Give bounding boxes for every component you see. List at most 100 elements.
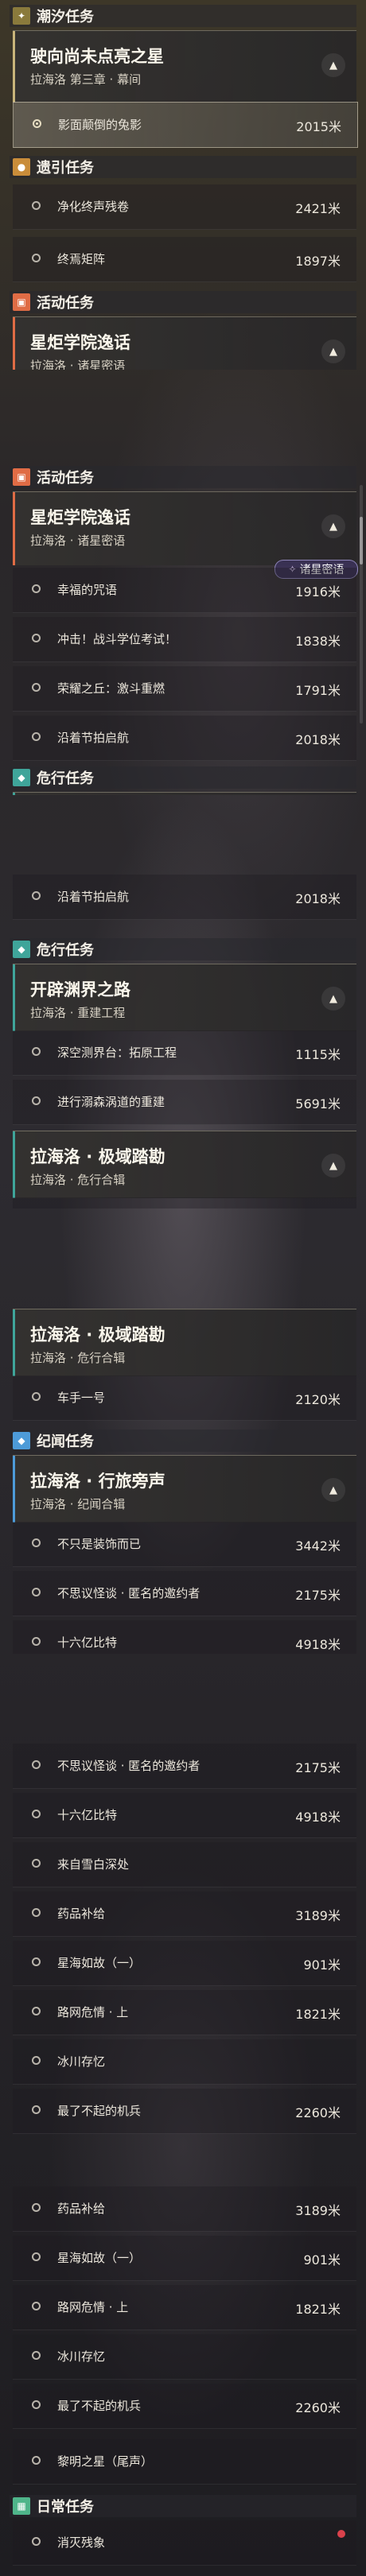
task-row[interactable]: 不思议怪谈 · 匿名的邀约者 2175米 xyxy=(13,1571,356,1616)
category-label: 纪闻任务 xyxy=(37,1433,94,1450)
scrollbar-thumb[interactable] xyxy=(360,517,363,564)
task-row[interactable]: 不思议怪谈 · 匿名的邀约者 2175米 xyxy=(13,1744,356,1789)
task-row[interactable]: 路网危情 · 上 1821米 xyxy=(13,1990,356,2035)
chevron-up-icon[interactable]: ▲ xyxy=(321,1154,345,1177)
task-row[interactable]: 药品补给 3189米 xyxy=(13,2186,356,2232)
task-row[interactable]: 星海如故（一） 901米 xyxy=(13,2236,356,2281)
chevron-up-icon[interactable]: ▲ xyxy=(321,53,345,77)
task-row[interactable]: 冰川存忆 xyxy=(13,2039,356,2085)
category-label: 危行任务 xyxy=(37,942,94,959)
task-row[interactable]: 消灭残象 xyxy=(13,2520,356,2566)
task-row[interactable]: 十六亿比特 4918米 xyxy=(13,1793,356,1838)
task-distance: 901米 xyxy=(303,1957,341,1973)
mission-card[interactable]: 开辟渊界之路 拉海洛 · 重建工程 ▲ xyxy=(13,964,356,1031)
category-tide[interactable]: ✦ 潮汐任务 xyxy=(10,5,356,27)
category-companion[interactable]: ● 遗引任务 xyxy=(10,156,356,178)
category-crisis[interactable]: ◆ 危行任务 xyxy=(10,938,356,960)
circle-icon xyxy=(32,1096,41,1105)
category-label: 活动任务 xyxy=(37,295,94,312)
category-label: 潮汐任务 xyxy=(37,9,94,25)
task-row[interactable]: 最了不起的机兵 2260米 xyxy=(13,2089,356,2134)
chevron-up-icon[interactable]: ▲ xyxy=(321,987,345,1011)
circle-icon xyxy=(32,2203,41,2212)
chevron-up-icon[interactable]: ▲ xyxy=(321,339,345,363)
task-row[interactable]: 净化终声残卷 2421米 xyxy=(13,184,356,230)
task-row[interactable]: 来自雪白深处 xyxy=(13,1842,356,1887)
mission-title: 拉海洛 · 行旅旁声 xyxy=(30,1472,165,1491)
category-crisis[interactable]: ◆ 危行任务 xyxy=(10,766,356,789)
circle-icon xyxy=(32,683,41,692)
task-distance: 4918米 xyxy=(295,1810,341,1825)
segment-5: 不思议怪谈 · 匿名的邀约者 2175米 十六亿比特 4918米 来自雪白深处 … xyxy=(0,1737,366,2163)
mission-subtitle: 拉海洛 · 危行合辑 xyxy=(30,1351,126,1365)
task-row[interactable]: 最了不起的机兵 2260米 xyxy=(13,2384,356,2429)
mission-card[interactable]: 拉海洛 · 行旅旁声 拉海洛 · 纪闻合辑 ▲ xyxy=(13,1455,356,1523)
task-distance: 2175米 xyxy=(295,1588,341,1603)
task-row[interactable]: 黎明之星（尾声） xyxy=(13,2439,356,2485)
category-event[interactable]: ▣ 活动任务 xyxy=(10,466,356,488)
mission-subtitle: 拉海洛 · 重建工程 xyxy=(30,1006,126,1020)
mission-card[interactable]: 驶向尚未点亮之星 拉海洛 第三章 · 幕间 ▲ xyxy=(13,30,356,103)
task-row[interactable]: 沿着节拍启航 2018米 xyxy=(13,716,356,761)
circle-icon xyxy=(32,2105,41,2114)
task-row[interactable]: 路网危情 · 上 1821米 xyxy=(13,2285,356,2330)
task-distance: 5691米 xyxy=(295,1096,341,1111)
mission-card[interactable]: 拉海洛 · 极域踏勘 拉海洛 · 危行合辑 xyxy=(13,1309,356,1376)
chevron-up-icon[interactable]: ▲ xyxy=(321,1478,345,1502)
circle-icon xyxy=(32,2007,41,2015)
circle-icon xyxy=(32,1810,41,1818)
chevron-up-icon[interactable]: ▲ xyxy=(321,514,345,538)
task-row[interactable]: 进行溺森涡道的重建 5691米 xyxy=(13,1080,356,1125)
task-distance: 1821米 xyxy=(295,2302,341,2317)
task-row[interactable]: 荣耀之丘：激斗重燃 1791米 xyxy=(13,666,356,712)
task-label: 消灭残象 xyxy=(57,2535,106,2550)
task-row[interactable]: 终焉矩阵 1897米 xyxy=(13,237,356,282)
task-label: 车手一号 xyxy=(57,1391,106,1405)
circle-icon xyxy=(32,2056,41,2065)
task-row[interactable]: 深空测界台：拓原工程 1115米 xyxy=(13,1030,356,1076)
plus-icon: ✦ xyxy=(13,7,30,25)
task-label: 不思议怪谈 · 匿名的邀约者 xyxy=(57,1759,201,1773)
task-label: 深空测界台：拓原工程 xyxy=(57,1046,177,1060)
mission-card[interactable]: 星炬学院逸话 拉海洛 · 诸星密语 ▲ xyxy=(13,491,356,565)
mission-card[interactable]: 开辟渊界之路 xyxy=(13,792,356,795)
circle-icon xyxy=(32,634,41,642)
segment-2: ▣ 活动任务 星炬学院逸话 拉海洛 · 诸星密语 ▲ ✧ 诸星密语 幸福的咒语 1… xyxy=(0,461,366,795)
scrollbar[interactable] xyxy=(360,485,363,724)
mission-subtitle: 拉海洛 · 诸星密语 xyxy=(30,533,126,548)
circle-icon xyxy=(32,201,41,210)
task-distance: 2120米 xyxy=(295,1392,341,1407)
task-row[interactable]: 冲击！战斗学位考试！ 1838米 xyxy=(13,617,356,662)
circle-icon xyxy=(32,2537,41,2546)
task-label: 十六亿比特 xyxy=(57,1635,118,1650)
task-row[interactable]: 车手一号 2120米 xyxy=(13,1197,356,1208)
task-distance: 2018米 xyxy=(295,891,341,906)
mission-title: 开辟渊界之路 xyxy=(30,980,130,999)
mission-card[interactable]: 拉海洛 · 极域踏勘 拉海洛 · 危行合辑 ▲ xyxy=(13,1131,356,1198)
task-row[interactable]: 沿着节拍启航 2018米 xyxy=(13,875,356,920)
accent-bar xyxy=(13,793,15,795)
mission-subtitle: 拉海洛 · 诸星密语 xyxy=(30,359,126,370)
task-row[interactable]: 幸福的咒语 1916米 xyxy=(13,568,356,613)
task-label: 药品补给 xyxy=(57,2202,106,2216)
task-distance: 901米 xyxy=(303,2252,341,2268)
task-label: 不只是装饰而已 xyxy=(57,1537,142,1551)
circle-icon xyxy=(32,1957,41,1966)
diamond-icon: ◆ xyxy=(13,1432,30,1449)
category-record[interactable]: ◆ 纪闻任务 xyxy=(10,1430,356,1452)
task-row[interactable]: 药品补给 3189米 xyxy=(13,1891,356,1937)
task-row[interactable]: 影面颠倒的兔影 2015米 xyxy=(13,102,358,148)
task-row[interactable]: 车手一号 2120米 xyxy=(13,1375,356,1421)
task-row[interactable]: 十六亿比特 4918米 xyxy=(13,1620,356,1654)
accent-bar xyxy=(13,964,15,1031)
task-row[interactable]: 冰川存忆 xyxy=(13,2334,356,2380)
task-row[interactable]: 星海如故（一） 901米 xyxy=(13,1941,356,1986)
mission-card[interactable]: 星炬学院逸话 拉海洛 · 诸星密语 ▲ xyxy=(13,316,356,370)
category-event[interactable]: ▣ 活动任务 xyxy=(10,291,356,313)
task-label: 路网危情 · 上 xyxy=(57,2005,129,2019)
segment-4: 拉海洛 · 极域踏勘 拉海洛 · 危行合辑 车手一号 2120米 ◆ 纪闻任务 … xyxy=(0,1296,366,1654)
task-label: 最了不起的机兵 xyxy=(57,2104,142,2118)
task-row[interactable]: 不只是装饰而已 3442米 xyxy=(13,1522,356,1567)
task-distance: 2175米 xyxy=(295,1760,341,1775)
category-daily[interactable]: ▦ 日常任务 xyxy=(10,2495,356,2517)
